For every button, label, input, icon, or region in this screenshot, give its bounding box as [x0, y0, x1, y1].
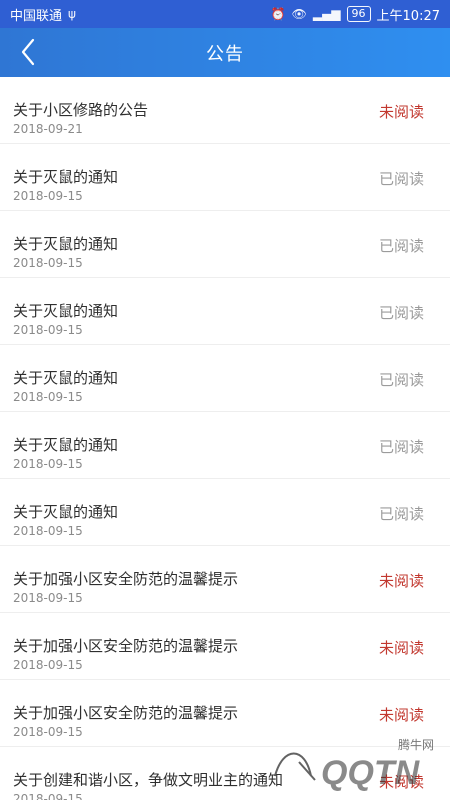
back-button[interactable] [14, 38, 42, 66]
announcement-list: 关于小区修路的公告 2018-09-21 未阅读 关于灭鼠的通知 2018-09-15 已… [0, 77, 450, 800]
svg-text:QQTN: QQTN [321, 754, 421, 792]
battery-indicator: 96 [346, 6, 371, 22]
announcement-title: 关于灭鼠的通知 [13, 503, 119, 521]
read-status-label: 未阅读 [378, 572, 424, 590]
announcement-date: 2018-09-15 [13, 457, 83, 471]
announcement-title: 关于加强小区安全防范的温馨提示 [13, 637, 239, 655]
announcement-row[interactable]: 关于灭鼠的通知 2018-09-15 已阅读 [0, 345, 450, 412]
signal-4g-icon: ▂▄▆ [312, 7, 341, 21]
announcement-title: 关于灭鼠的通知 [13, 302, 119, 320]
announcement-title: 关于灭鼠的通知 [13, 168, 119, 186]
read-status-label: 已阅读 [378, 438, 424, 456]
alarm-icon: ⏰ [270, 7, 286, 21]
eye-icon: 👁 [291, 7, 307, 21]
watermark: 腾牛网 QQTN [265, 736, 440, 792]
announcement-date: 2018-09-15 [13, 658, 83, 672]
announcement-title: 关于创建和谐小区，争做文明业主的通知 [13, 771, 284, 789]
announcement-title: 关于小区修路的公告 [13, 101, 149, 119]
read-status-label: 已阅读 [378, 304, 424, 322]
announcement-row[interactable]: 关于灭鼠的通知 2018-09-15 已阅读 [0, 479, 450, 546]
carrier-label: 中国联通 [10, 8, 63, 24]
read-status-label: 未阅读 [378, 639, 424, 657]
announcement-row[interactable]: 关于灭鼠的通知 2018-09-15 已阅读 [0, 211, 450, 278]
announcement-title: 关于灭鼠的通知 [13, 436, 119, 454]
announcement-title: 关于加强小区安全防范的温馨提示 [13, 570, 239, 588]
read-status-label: 已阅读 [378, 505, 424, 523]
announcement-row[interactable]: 关于灭鼠的通知 2018-09-15 已阅读 [0, 144, 450, 211]
read-status-label: 已阅读 [378, 237, 424, 255]
announcement-date: 2018-09-15 [13, 323, 83, 337]
announcement-title: 关于加强小区安全防范的温馨提示 [13, 704, 239, 722]
page-title: 公告 [206, 43, 244, 65]
announcement-title: 关于灭鼠的通知 [13, 369, 119, 387]
app-bar: 公告 [0, 28, 450, 77]
announcement-date: 2018-09-15 [13, 189, 83, 203]
announcement-row[interactable]: 关于加强小区安全防范的温馨提示 2018-09-15 未阅读 [0, 613, 450, 680]
announcement-date: 2018-09-15 [13, 390, 83, 404]
status-bar-right: ⏰ 👁 ▂▄▆ 96 上午10:27 [271, 5, 440, 24]
status-bar-left: 中国联通 ψ [10, 5, 76, 24]
read-status-label: 未阅读 [378, 103, 424, 121]
announcement-date: 2018-09-21 [13, 122, 83, 136]
announcement-row[interactable]: 关于灭鼠的通知 2018-09-15 已阅读 [0, 278, 450, 345]
back-arrow-icon [21, 38, 35, 66]
status-bar: 中国联通 ψ ⏰ 👁 ▂▄▆ 96 上午10:27 [0, 0, 450, 28]
read-status-label: 已阅读 [378, 371, 424, 389]
announcement-date: 2018-09-15 [13, 524, 83, 538]
announcement-date: 2018-09-15 [13, 792, 83, 800]
status-time: 上午10:27 [376, 8, 440, 24]
announcement-title: 关于灭鼠的通知 [13, 235, 119, 253]
announcement-row[interactable]: 关于灭鼠的通知 2018-09-15 已阅读 [0, 412, 450, 479]
announcement-date: 2018-09-15 [13, 591, 83, 605]
watermark-cn-text: 腾牛网 [397, 738, 434, 752]
announcement-row[interactable]: 关于小区修路的公告 2018-09-21 未阅读 [0, 77, 450, 144]
announcement-date: 2018-09-15 [13, 256, 83, 270]
read-status-label: 未阅读 [378, 706, 424, 724]
read-status-label: 已阅读 [378, 170, 424, 188]
announcement-date: 2018-09-15 [13, 725, 83, 739]
usb-icon: ψ [68, 7, 76, 21]
announcement-row[interactable]: 关于加强小区安全防范的温馨提示 2018-09-15 未阅读 [0, 546, 450, 613]
